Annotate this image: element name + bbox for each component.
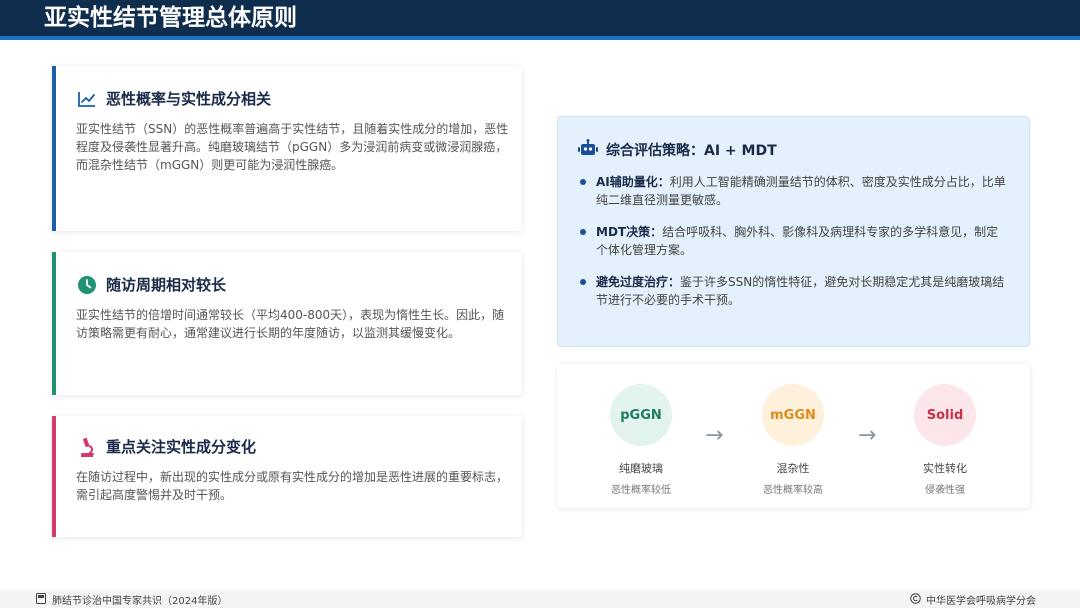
- page-title: 亚实性结节管理总体原则: [44, 5, 297, 31]
- strategy-item: 避免过度治疗：鉴于许多SSN的惰性特征，避免对长期稳定尤其是纯磨玻璃结节进行不必…: [580, 273, 1010, 309]
- flow-node-mggn: mGGN 混杂性 恶性概率较高: [743, 384, 843, 496]
- microscope-icon: [76, 437, 98, 457]
- flow-node-circle: Solid: [914, 384, 976, 446]
- copyright-icon: [910, 592, 921, 607]
- strategy-item-label: 避免过度治疗：: [596, 275, 681, 289]
- book-icon: [36, 592, 46, 607]
- flow-node-sub: 恶性概率较低: [611, 485, 671, 496]
- card-followup: 随访周期相对较长 亚实性结节的倍增时间通常较长（平均400-800天），表现为惰…: [52, 252, 522, 395]
- footer-org-text: 中华医学会呼吸病学分会: [926, 596, 1036, 607]
- header-accent-line: [0, 36, 1080, 40]
- strategy-item-label: AI辅助量化：: [596, 175, 670, 189]
- footer-source-text: 肺结节诊治中国专家共识（2024年版）: [52, 596, 228, 607]
- strategy-item: AI辅助量化：利用人工智能精确测量结节的体积、密度及实性成分占比，比单纯二维直径…: [580, 173, 1010, 209]
- bullet-dot: [580, 279, 586, 285]
- nodule-progression-flow: pGGN 纯磨玻璃 恶性概率较低 → mGGN 混杂性 恶性概率较高 → Sol…: [557, 364, 1030, 508]
- flow-node-solid: Solid 实性转化 侵袭性强: [895, 384, 995, 496]
- card-header: 恶性概率与实性成分相关: [76, 88, 271, 109]
- footer: 肺结节诊治中国专家共识（2024年版） 中华医学会呼吸病学分会: [0, 590, 1080, 608]
- panel-title: 综合评估策略：AI + MDT: [606, 143, 777, 159]
- card-header: 随访周期相对较长: [76, 274, 226, 295]
- bullet-dot: [580, 179, 586, 185]
- strategy-panel: 综合评估策略：AI + MDT AI辅助量化：利用人工智能精确测量结节的体积、密…: [557, 116, 1030, 347]
- flow-node-label: 实性转化: [923, 462, 967, 475]
- flow-node-label: 纯磨玻璃: [619, 462, 663, 475]
- card-malignancy: 恶性概率与实性成分相关 亚实性结节（SSN）的恶性概率普遍高于实性结节，且随着实…: [52, 66, 522, 231]
- flow-node-circle: mGGN: [762, 384, 824, 446]
- card-title: 随访周期相对较长: [106, 276, 227, 294]
- card-body: 在随访过程中，新出现的实性成分或原有实性成分的增加是恶性进展的重要标志，需引起高…: [76, 470, 509, 502]
- card-body: 亚实性结节（SSN）的恶性概率普遍高于实性结节，且随着实性成分的增加，恶性程度及…: [76, 122, 509, 172]
- footer-copyright: 中华医学会呼吸病学分会: [910, 592, 1036, 607]
- trend-line-icon: [76, 89, 98, 109]
- card-solid-change: 重点关注实性成分变化 在随访过程中，新出现的实性成分或原有实性成分的增加是恶性进…: [52, 416, 522, 537]
- flow-node-pggn: pGGN 纯磨玻璃 恶性概率较低: [591, 384, 691, 496]
- card-header: 重点关注实性成分变化: [76, 436, 256, 457]
- card-body: 亚实性结节的倍增时间通常较长（平均400-800天），表现为惰性生长。因此，随访…: [76, 308, 505, 340]
- flow-node-sub: 恶性概率较高: [763, 485, 823, 496]
- strategy-item-label: MDT决策：: [596, 225, 663, 239]
- arrow-right-icon: →: [705, 423, 724, 448]
- card-title: 重点关注实性成分变化: [106, 438, 257, 456]
- panel-header: 综合评估策略：AI + MDT: [578, 139, 777, 161]
- flow-node-sub: 侵袭性强: [925, 485, 965, 496]
- arrow-right-icon: →: [858, 423, 877, 448]
- robot-icon: [578, 139, 598, 161]
- strategy-item: MDT决策：结合呼吸科、胸外科、影像科及病理科专家的多学科意见，制定个体化管理方…: [580, 223, 1010, 259]
- flow-node-circle: pGGN: [610, 384, 672, 446]
- flow-node-label: 混杂性: [776, 462, 810, 475]
- clock-icon: [76, 275, 98, 295]
- card-title: 恶性概率与实性成分相关: [106, 90, 272, 108]
- footer-source: 肺结节诊治中国专家共识（2024年版）: [36, 592, 227, 607]
- bullet-dot: [580, 229, 586, 235]
